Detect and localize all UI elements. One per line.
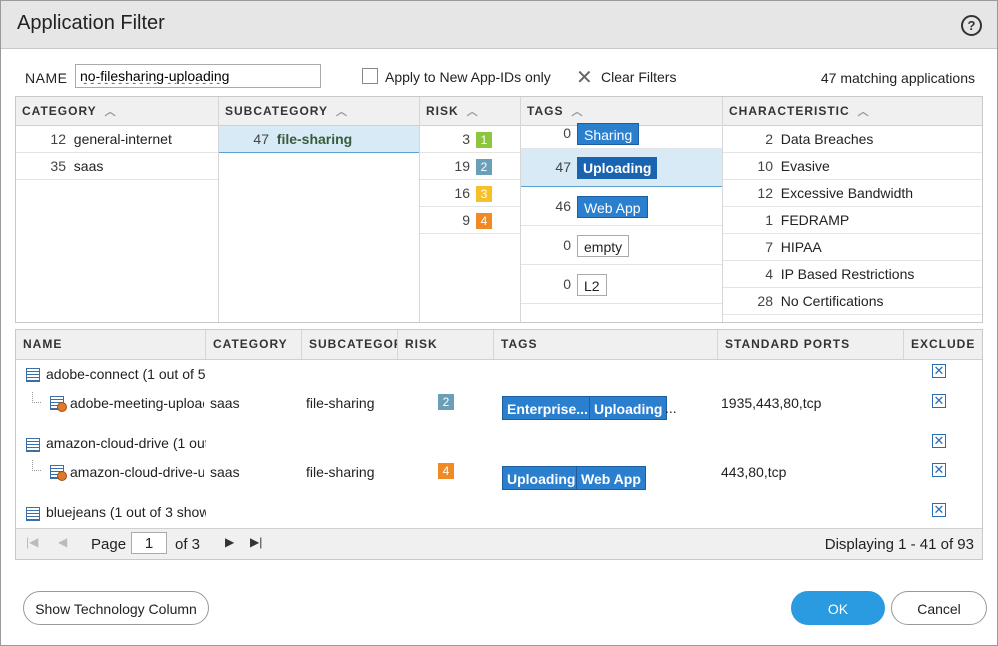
page-count: of 3	[175, 536, 201, 553]
col-name[interactable]: NAME	[16, 330, 206, 359]
tag-badge: Uploading	[502, 466, 581, 490]
next-page-icon[interactable]: ▶	[225, 535, 234, 549]
facet-row[interactable]: 7 HIPAA	[723, 234, 982, 261]
group-row[interactable]: bluejeans (1 out of 3 show ✕	[16, 498, 982, 528]
facet-row[interactable]: 12 Excessive Bandwidth	[723, 180, 982, 207]
subcategory-header[interactable]: SUBCATEGORY ︿	[219, 97, 419, 126]
tree-connector	[32, 460, 41, 471]
list-icon	[26, 507, 40, 521]
facet-row[interactable]: 0 L2	[521, 265, 722, 304]
sort-caret-icon: ︿	[104, 106, 117, 118]
list-icon	[26, 368, 40, 382]
gear-icon	[57, 471, 67, 481]
facet-row[interactable]: 16 3	[420, 180, 520, 207]
table-row[interactable]: adobe-meeting-upload saas file-sharing 2…	[16, 390, 982, 430]
category-column: CATEGORY ︿ 12 general-internet 35 saas	[16, 97, 219, 322]
risk-header[interactable]: RISK ︿	[420, 97, 520, 126]
facet-row[interactable]: 31	[420, 126, 520, 153]
show-technology-column-button[interactable]: Show Technology Column	[23, 591, 209, 625]
matching-count: 47 matching applications	[820, 70, 975, 86]
page-label: Page	[91, 536, 127, 553]
exclude-checkbox[interactable]: ✕	[932, 463, 946, 477]
col-tags[interactable]: TAGS	[494, 330, 718, 359]
dialog-title: Application Filter	[17, 12, 165, 34]
sort-caret-icon: ︿	[571, 106, 584, 118]
col-category[interactable]: CATEGORY	[206, 330, 302, 359]
risk-column: RISK ︿ 31 19 2 16 3 94	[420, 97, 521, 322]
facet-row[interactable]: 19 2	[420, 153, 520, 180]
clear-filters-icon[interactable]: ✕	[576, 65, 593, 90]
tag-badge: Enterprise...	[502, 396, 593, 420]
exclude-checkbox[interactable]: ✕	[932, 364, 946, 378]
first-page-icon[interactable]: |◀	[26, 535, 38, 549]
more-tags[interactable]: ...	[665, 400, 677, 416]
facet-row[interactable]: 47 file-sharing	[219, 126, 419, 153]
help-icon[interactable]: ?	[961, 15, 982, 36]
characteristic-column: CHARACTERISTIC ︿ 2 Data Breaches 10 Evasi…	[723, 97, 982, 322]
facet-row[interactable]: 12 general-internet	[16, 126, 218, 153]
sort-caret-icon: ︿	[466, 106, 479, 118]
facet-browser: CATEGORY ︿ 12 general-internet 35 saas SU…	[15, 96, 983, 323]
facet-row[interactable]: 2 Data Breaches	[723, 126, 982, 153]
facet-row[interactable]: 10 Evasive	[723, 153, 982, 180]
tree-connector	[32, 392, 41, 403]
category-header[interactable]: CATEGORY ︿	[16, 97, 218, 126]
application-filter-dialog: Application Filter ? NAME Apply to New A…	[0, 0, 998, 646]
name-label: NAME	[25, 70, 68, 86]
col-subcategory[interactable]: SUBCATEGORY	[302, 330, 398, 359]
facet-row[interactable]: 28 No Certifications	[723, 288, 982, 315]
apply-new-label: Apply to New App-IDs only	[385, 69, 551, 85]
group-row[interactable]: amazon-cloud-drive (1 out ✕	[16, 430, 982, 458]
name-input[interactable]	[75, 64, 321, 88]
characteristic-header[interactable]: CHARACTERISTIC ︿	[723, 97, 982, 126]
exclude-checkbox[interactable]: ✕	[932, 434, 946, 448]
facet-row[interactable]: 1 FEDRAMP	[723, 207, 982, 234]
page-input[interactable]: 1	[131, 532, 167, 554]
facet-row[interactable]: 35 saas	[16, 153, 218, 180]
name-row: NAME Apply to New App-IDs only ✕ Clear F…	[1, 63, 997, 93]
col-exclude[interactable]: EXCLUDE	[904, 330, 982, 359]
last-page-icon[interactable]: ▶|	[250, 535, 262, 549]
facet-row[interactable]: 94	[420, 207, 520, 234]
col-risk[interactable]: RISK	[398, 330, 494, 359]
grid-header: NAME CATEGORY SUBCATEGORY RISK TAGS STAN…	[16, 330, 982, 360]
gear-icon	[57, 402, 67, 412]
dialog-titlebar: Application Filter ?	[1, 1, 997, 49]
facet-row[interactable]: 0 empty	[521, 226, 722, 265]
facet-row[interactable]: 47 Uploading	[521, 149, 722, 187]
list-icon	[26, 438, 40, 452]
clear-filters-button[interactable]: Clear Filters	[601, 69, 676, 85]
risk-badge: 2	[438, 394, 454, 410]
ok-button[interactable]: OK	[791, 591, 885, 625]
facet-row[interactable]: 0 Sharing	[521, 118, 722, 149]
display-range: Displaying 1 - 41 of 93	[824, 536, 974, 553]
risk-badge: 4	[438, 463, 454, 479]
sort-caret-icon: ︿	[336, 106, 349, 118]
group-row[interactable]: adobe-connect (1 out of 5 ✕	[16, 360, 982, 390]
table-row[interactable]: amazon-cloud-drive-uploading saas file-s…	[16, 458, 982, 498]
pagination-bar: |◀ ◀ Page 1 of 3 ▶ ▶| Displaying 1 - 41 …	[16, 528, 982, 559]
applications-grid: NAME CATEGORY SUBCATEGORY RISK TAGS STAN…	[15, 329, 983, 560]
facet-row[interactable]: 46 Web App	[521, 187, 722, 226]
tag-badge: Uploading	[589, 396, 668, 420]
prev-page-icon[interactable]: ◀	[58, 535, 67, 549]
exclude-checkbox[interactable]: ✕	[932, 394, 946, 408]
cancel-button[interactable]: Cancel	[891, 591, 987, 625]
tag-badge: Web App	[576, 466, 646, 490]
sort-caret-icon: ︿	[857, 106, 870, 118]
tags-column: TAGS ︿ 0 Sharing 47 Uploading 46 Web App 0 em…	[521, 97, 723, 322]
exclude-checkbox[interactable]: ✕	[932, 503, 946, 517]
col-standard-ports[interactable]: STANDARD PORTS	[718, 330, 904, 359]
apply-new-checkbox[interactable]	[362, 68, 378, 84]
subcategory-column: SUBCATEGORY ︿ 47 file-sharing	[219, 97, 420, 322]
facet-row[interactable]: 4 IP Based Restrictions	[723, 261, 982, 288]
